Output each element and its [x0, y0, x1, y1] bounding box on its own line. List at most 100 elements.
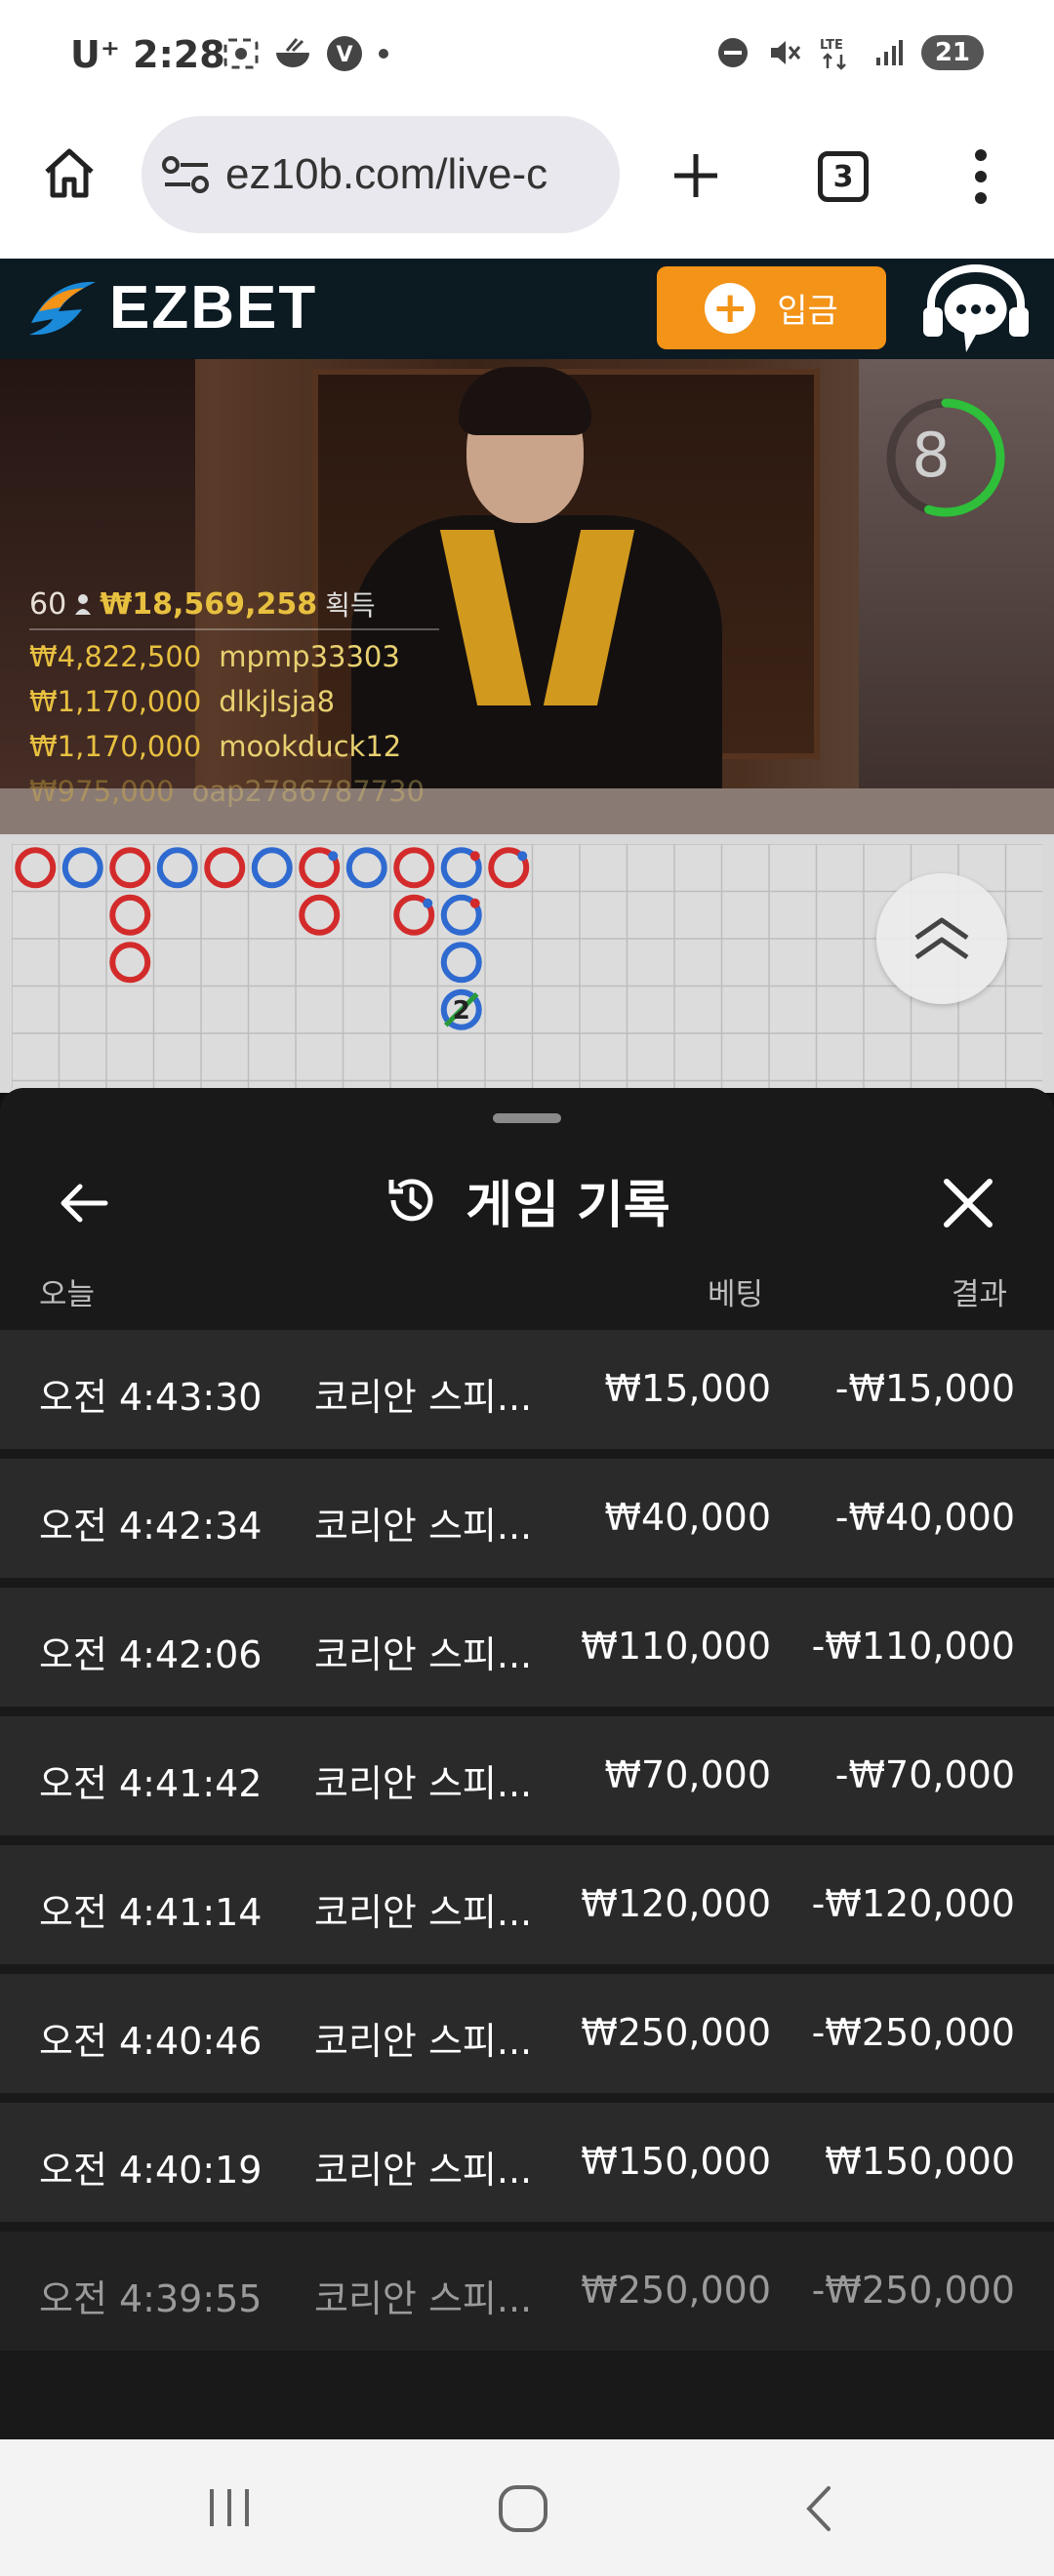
v-badge-icon: V	[327, 36, 362, 71]
winner-user: dlkjlsja8	[219, 685, 336, 718]
column-result: 결과	[952, 1277, 1008, 1312]
person-icon	[75, 594, 92, 615]
lte-icon: LTE	[820, 38, 846, 70]
sheet-header: 게임 기록	[0, 1147, 1054, 1254]
sheet-drag-handle[interactable]	[493, 1113, 561, 1123]
pair-dot	[423, 898, 433, 908]
column-bet: 베팅	[708, 1277, 764, 1312]
row-bet: ₩40,000	[604, 1496, 771, 1539]
more-menu-icon[interactable]	[969, 147, 993, 206]
row-result: ₩150,000	[825, 2140, 1015, 2183]
row-game: 코리안 스피...	[314, 2020, 533, 2063]
dot-icon	[379, 49, 388, 59]
winner-amount: ₩4,822,500	[29, 640, 202, 673]
battery-level: 21	[920, 35, 984, 70]
back-arrow-icon[interactable]	[55, 1174, 113, 1232]
food-bowl-icon	[276, 38, 309, 67]
recent-apps-icon[interactable]	[200, 2483, 259, 2532]
support-chat-icon[interactable]	[917, 264, 1034, 358]
row-time: 오전 4:41:14	[39, 1891, 263, 1934]
browser-toolbar: ez10b.com/live-c 3	[0, 112, 1054, 259]
close-icon[interactable]	[939, 1174, 997, 1232]
game-history-sheet: 게임 기록 오늘 베팅 결과 오전 4:43:30 코리안 스피... ₩15,…	[0, 1088, 1054, 2439]
countdown-timer: 8	[886, 398, 1005, 517]
winner-row: ₩1,170,000 dlkjlsja8	[29, 679, 439, 724]
logo-text: EZBET	[109, 273, 318, 342]
tab-count: 3	[832, 159, 854, 194]
winner-amount: ₩975,000	[29, 775, 175, 808]
row-bet: ₩250,000	[581, 2011, 771, 2054]
url-text: ez10b.com/live-c	[225, 150, 548, 198]
winners-count: 60	[29, 586, 67, 622]
mute-icon	[770, 41, 800, 64]
pair-dot	[328, 851, 339, 862]
winners-label: 획득	[325, 589, 376, 622]
row-bet: ₩70,000	[604, 1753, 771, 1796]
history-row[interactable]: 오전 4:39:55 코리안 스피... ₩250,000 -₩250,000	[0, 2232, 1054, 2351]
live-video[interactable]: 8 60 ₩18,569,258 획득 ₩4,822,500 mpmp33303…	[0, 359, 1054, 834]
row-time: 오전 4:43:30	[39, 1376, 263, 1419]
row-bet: ₩250,000	[581, 2269, 771, 2312]
deposit-button[interactable]: + 입금	[657, 266, 886, 349]
address-bar[interactable]: ez10b.com/live-c	[142, 116, 620, 233]
column-date: 오늘	[39, 1277, 96, 1312]
row-result: -₩15,000	[834, 1367, 1015, 1410]
row-time: 오전 4:42:34	[39, 1505, 263, 1548]
tab-switcher-button[interactable]: 3	[818, 151, 869, 202]
row-bet: ₩150,000	[581, 2140, 771, 2183]
history-list: 오전 4:43:30 코리안 스피... ₩15,000 -₩15,000 오전…	[0, 1330, 1054, 2360]
history-row[interactable]: 오전 4:43:30 코리안 스피... ₩15,000 -₩15,000	[0, 1330, 1054, 1449]
row-bet: ₩110,000	[581, 1625, 771, 1668]
pair-dot	[517, 851, 528, 862]
row-game: 코리안 스피...	[314, 1633, 533, 1676]
ezbet-logo[interactable]: EZBET	[23, 272, 317, 342]
home-icon[interactable]	[41, 144, 98, 201]
winner-row: ₩1,170,000 mookduck12	[29, 724, 439, 769]
history-row[interactable]: 오전 4:41:14 코리안 스피... ₩120,000 -₩120,000	[0, 1845, 1054, 1964]
row-time: 오전 4:42:06	[39, 1633, 263, 1676]
row-result: -₩40,000	[834, 1496, 1015, 1539]
winner-user: oap2786787730	[191, 775, 426, 808]
divider	[29, 628, 439, 630]
signal-icon	[875, 40, 903, 65]
history-row[interactable]: 오전 4:40:19 코리안 스피... ₩150,000 ₩150,000	[0, 2103, 1054, 2222]
winner-user: mookduck12	[219, 730, 402, 763]
pair-dot	[469, 851, 480, 862]
winners-list: 60 ₩18,569,258 획득 ₩4,822,500 mpmp33303 ₩…	[29, 582, 439, 814]
new-tab-icon[interactable]	[669, 148, 723, 203]
status-bar: U⁺ 2:28 V LTE 21	[0, 0, 1054, 112]
winner-row: ₩975,000 oap2786787730	[29, 769, 439, 814]
double-chevron-up-icon	[914, 917, 969, 960]
history-row[interactable]: 오전 4:42:34 코리안 스피... ₩40,000 -₩40,000	[0, 1459, 1054, 1578]
system-nav-bar	[0, 2439, 1054, 2576]
winner-user: mpmp33303	[219, 640, 400, 673]
row-time: 오전 4:40:46	[39, 2020, 263, 2063]
history-row[interactable]: 오전 4:40:46 코리안 스피... ₩250,000 -₩250,000	[0, 1974, 1054, 2093]
row-game: 코리안 스피...	[314, 1376, 533, 1419]
row-result: -₩250,000	[811, 2269, 1015, 2312]
sheet-title: 게임 기록	[0, 1147, 1054, 1254]
history-row[interactable]: 오전 4:41:42 코리안 스피... ₩70,000 -₩70,000	[0, 1716, 1054, 1835]
row-bet: ₩120,000	[581, 1882, 771, 1925]
deposit-label: 입금	[777, 292, 838, 331]
home-button-icon[interactable]	[496, 2482, 550, 2535]
winner-amount: ₩1,170,000	[29, 730, 202, 763]
row-bet: ₩15,000	[604, 1367, 771, 1410]
row-time: 오전 4:39:55	[39, 2277, 263, 2320]
svg-text:LTE: LTE	[820, 38, 843, 53]
history-row[interactable]: 오전 4:42:06 코리안 스피... ₩110,000 -₩110,000	[0, 1588, 1054, 1707]
site-settings-icon[interactable]	[161, 153, 212, 196]
row-time: 오전 4:40:19	[39, 2149, 263, 2192]
back-button-icon[interactable]	[795, 2482, 844, 2535]
system-icons: LTE 21	[716, 35, 984, 70]
svg-text:V: V	[336, 43, 352, 67]
screenshot-icon	[223, 38, 259, 69]
bead-road: 2	[0, 834, 1054, 1093]
logo-mark-icon	[29, 281, 96, 336]
row-game: 코리안 스피...	[314, 2277, 533, 2320]
do-not-disturb-icon	[717, 38, 748, 67]
row-game: 코리안 스피...	[314, 2149, 533, 2192]
expand-button[interactable]	[876, 873, 1007, 1004]
winner-amount: ₩1,170,000	[29, 685, 202, 718]
dealer-hair	[459, 367, 591, 435]
